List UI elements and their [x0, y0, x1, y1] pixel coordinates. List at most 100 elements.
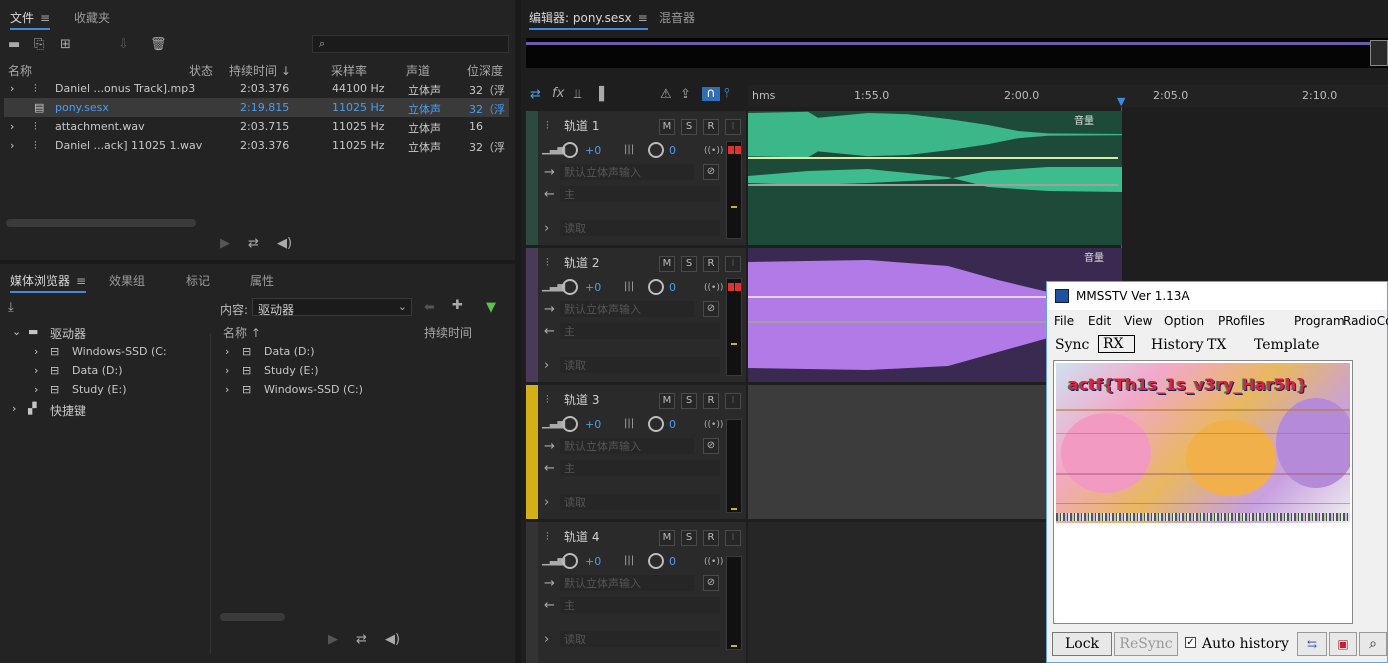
menu-program[interactable]: Program	[1294, 314, 1345, 328]
input-select[interactable]: 默认立体声输入	[560, 164, 694, 180]
new-file-icon[interactable]: ⊞	[60, 38, 71, 52]
rx-display[interactable]: actf{Th1s_1s_v3ry_Har5h}	[1053, 360, 1353, 624]
record-arm-button[interactable]: R	[703, 119, 719, 135]
received-image[interactable]: actf{Th1s_1s_v3ry_Har5h}	[1056, 363, 1350, 523]
expand-chevron-icon[interactable]: ›	[544, 496, 549, 510]
drag-handle-icon[interactable]: ⫶	[546, 119, 549, 133]
marker-icon[interactable]: ⫯	[724, 87, 730, 101]
expand-chevron-icon[interactable]: ›	[225, 345, 229, 358]
record-arm-button[interactable]: R	[703, 530, 719, 546]
headphone-icon[interactable]: ∩	[702, 87, 720, 101]
expand-chevron-icon[interactable]: ›	[225, 383, 229, 396]
metronome-icon[interactable]: ⚠	[660, 88, 672, 102]
record-arm-button[interactable]: R	[703, 393, 719, 409]
drag-handle-icon[interactable]: ⫶	[546, 393, 549, 407]
phase-invert-button[interactable]: ⊘	[703, 438, 719, 454]
input-monitor-button[interactable]: I	[725, 256, 741, 272]
automation-mode-select[interactable]: 读取	[560, 631, 720, 647]
overview-bar[interactable]	[526, 38, 1388, 68]
pan-knob[interactable]	[648, 142, 664, 158]
output-select[interactable]: 主	[560, 597, 720, 613]
drag-handle-icon[interactable]: ⫶	[546, 256, 549, 270]
download-icon[interactable]: ⤓	[8, 301, 14, 315]
expand-chevron-icon[interactable]: ›	[12, 402, 16, 415]
tab-rx[interactable]: RX	[1098, 335, 1135, 353]
expand-chevron-icon[interactable]: ›	[34, 345, 38, 358]
input-monitor-button[interactable]: I	[725, 119, 741, 135]
list-col-name[interactable]: 名称 ↑	[223, 324, 261, 341]
input-monitor-button[interactable]: I	[725, 393, 741, 409]
horizontal-scrollbar[interactable]	[6, 219, 196, 227]
tab-favorites[interactable]: 收藏夹	[74, 9, 110, 26]
horizontal-scrollbar[interactable]	[220, 613, 285, 621]
menu-view[interactable]: View	[1124, 314, 1152, 328]
volume-knob[interactable]	[562, 553, 578, 569]
lock-button[interactable]: Lock	[1052, 632, 1112, 656]
search-input[interactable]: ⌕	[312, 35, 509, 53]
eq-icon[interactable]: ▐	[594, 88, 604, 102]
expand-chevron-icon[interactable]: ›	[544, 633, 549, 647]
open-folder-icon[interactable]: ▬	[8, 38, 20, 52]
tree-item-drive[interactable]: Data (D:)	[72, 364, 123, 377]
list-col-duration[interactable]: 持续时间	[424, 324, 472, 341]
tab-template[interactable]: Template	[1254, 337, 1320, 353]
send-icon[interactable]: ⫫	[574, 88, 581, 102]
time-ruler[interactable]: hms 1:55.0 2:00.0 2:05.0 2:10.0 ▼	[748, 85, 1388, 108]
tab-files[interactable]: 文件 ≡	[10, 9, 51, 30]
menu-file[interactable]: File	[1054, 314, 1074, 328]
input-select[interactable]: 默认立体声输入	[560, 301, 694, 317]
track-3-lane[interactable]	[748, 385, 1046, 519]
overview-handle[interactable]	[1370, 40, 1388, 66]
expand-chevron-icon[interactable]: ›	[225, 364, 229, 377]
copy-icon[interactable]: ⇆	[1297, 632, 1327, 656]
col-status[interactable]: 状态	[189, 62, 213, 79]
solo-button[interactable]: S	[681, 530, 697, 546]
solo-button[interactable]: S	[681, 256, 697, 272]
tree-item-shortcuts[interactable]: 快捷键	[50, 402, 86, 419]
tab-editor[interactable]: 编辑器: pony.sesx ≡	[529, 9, 648, 30]
content-dropdown[interactable]: 驱动器 ⌄	[252, 298, 412, 317]
tree-item-drive[interactable]: Study (E:)	[72, 383, 127, 396]
col-bitdepth[interactable]: 位深度	[467, 62, 503, 79]
filter-icon[interactable]: ▼	[486, 301, 496, 315]
file-row[interactable]: › ⫶ attachment.wav 2:03.715 11025 Hz 立体声…	[4, 117, 509, 136]
expand-chevron-icon[interactable]: ›	[544, 359, 549, 373]
col-duration[interactable]: 持续时间 ↓	[229, 62, 291, 79]
track-1-clip[interactable]: 音量	[748, 111, 1122, 245]
zoom-icon[interactable]: ⌕	[1359, 632, 1387, 656]
resync-button[interactable]: ReSync	[1114, 632, 1178, 656]
switch-view-icon[interactable]: ⇄	[530, 88, 541, 102]
input-monitor-button[interactable]: I	[725, 530, 741, 546]
tab-mixer[interactable]: 混音器	[659, 9, 695, 26]
automation-mode-select[interactable]: 读取	[560, 494, 720, 510]
insert-icon[interactable]: ⇩	[118, 38, 129, 52]
expand-chevron-icon[interactable]: ›	[34, 364, 38, 377]
volume-knob[interactable]	[562, 279, 578, 295]
expand-chevron-icon[interactable]: ›	[10, 139, 14, 152]
volume-knob[interactable]	[562, 416, 578, 432]
fx-icon[interactable]: fx	[552, 87, 564, 101]
file-row-selected[interactable]: ▤ pony.sesx 2:19.815 11025 Hz 立体声 32（浮	[4, 98, 509, 117]
back-arrow-icon[interactable]: ⬅	[424, 301, 435, 315]
export-icon[interactable]: ⇪	[680, 88, 691, 102]
automation-mode-select[interactable]: 读取	[560, 357, 720, 373]
record-arm-button[interactable]: R	[703, 256, 719, 272]
mute-button[interactable]: M	[659, 530, 675, 546]
pan-knob[interactable]	[648, 279, 664, 295]
auto-history-checkbox[interactable]: ✓	[1185, 637, 1196, 648]
phase-invert-button[interactable]: ⊘	[703, 575, 719, 591]
menu-profiles[interactable]: PRofiles	[1218, 314, 1265, 328]
solo-button[interactable]: S	[681, 119, 697, 135]
input-select[interactable]: 默认立体声输入	[560, 575, 694, 591]
col-name[interactable]: 名称	[8, 62, 32, 79]
speaker-icon[interactable]: ◀)	[277, 237, 292, 251]
mmsstv-titlebar[interactable]: MMSSTV Ver 1.13A	[1047, 282, 1387, 310]
mute-button[interactable]: M	[659, 119, 675, 135]
file-row[interactable]: › ⫶ Daniel ...ack] 11025 1.wav 2:03.376 …	[4, 136, 509, 155]
output-select[interactable]: 主	[560, 323, 720, 339]
tree-item-drive[interactable]: Windows-SSD (C:	[72, 345, 167, 358]
delete-icon[interactable]: 🗑	[150, 38, 167, 52]
expand-chevron-icon[interactable]: ›	[34, 383, 38, 396]
splitter[interactable]	[210, 334, 216, 654]
col-channels[interactable]: 声道	[406, 62, 430, 79]
